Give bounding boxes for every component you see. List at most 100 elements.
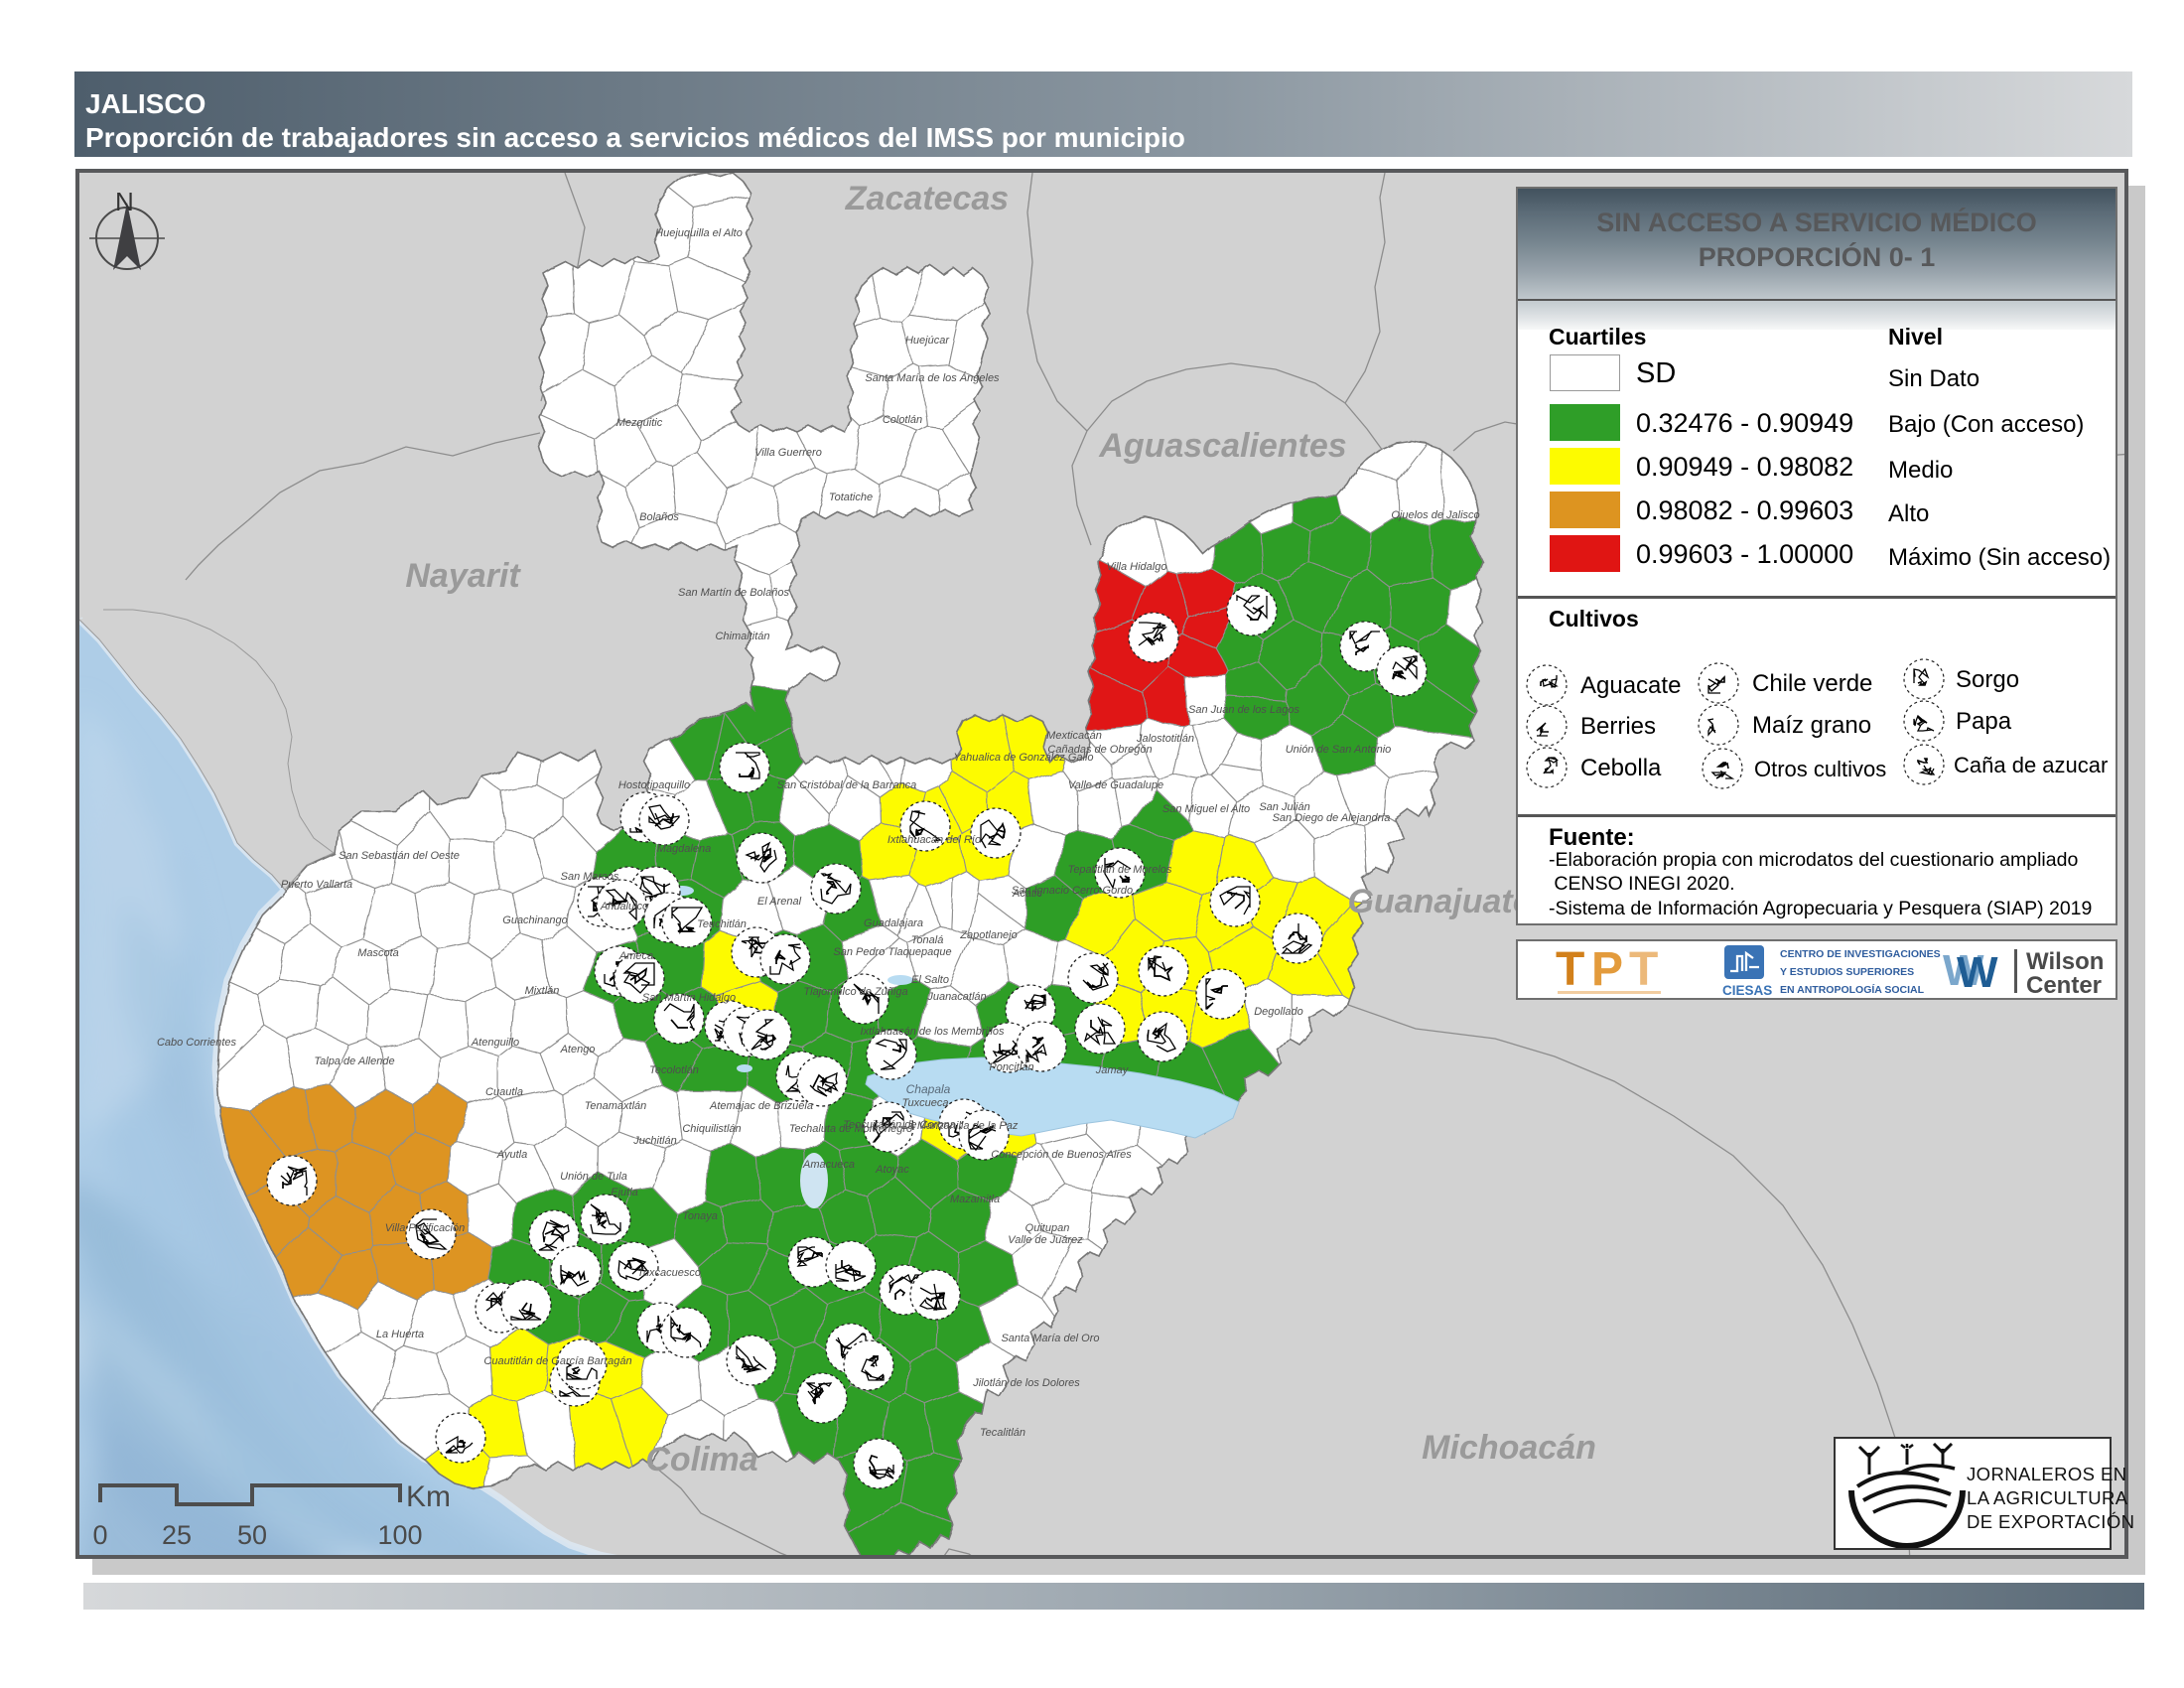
svg-text:Atoyac: Atoyac xyxy=(875,1164,909,1176)
svg-text:San Pedro Tlaquepaque: San Pedro Tlaquepaque xyxy=(833,946,951,958)
svg-text:Cuautla: Cuautla xyxy=(485,1086,523,1098)
svg-text:Zacatecas: Zacatecas xyxy=(845,180,1009,217)
svg-text:Tecolotlán: Tecolotlán xyxy=(649,1064,699,1076)
svg-text:Atenguillo: Atenguillo xyxy=(471,1037,519,1049)
svg-text:Tenamaxtlán: Tenamaxtlán xyxy=(585,1100,647,1112)
svg-text:Cañadas de Obregón: Cañadas de Obregón xyxy=(1047,744,1152,756)
svg-text:Colotlán: Colotlán xyxy=(883,414,922,426)
svg-text:Tuxcacuesco: Tuxcacuesco xyxy=(637,1267,701,1279)
svg-text:EN ANTROPOLOGÍA SOCIAL: EN ANTROPOLOGÍA SOCIAL xyxy=(1780,983,1925,996)
svg-text:CIESAS: CIESAS xyxy=(1722,983,1772,998)
svg-text:Tonaya: Tonaya xyxy=(682,1210,718,1222)
svg-text:Otros cultivos: Otros cultivos xyxy=(1754,757,1886,781)
svg-text:Juchitlán: Juchitlán xyxy=(632,1135,676,1147)
svg-text:Amacueca: Amacueca xyxy=(802,1159,855,1171)
svg-text:Chiquilistlán: Chiquilistlán xyxy=(682,1123,741,1135)
svg-text:Juanacatlán: Juanacatlán xyxy=(926,991,986,1003)
svg-text:Chile verde: Chile verde xyxy=(1752,670,1872,697)
svg-text:100: 100 xyxy=(377,1520,422,1550)
svg-text:San Martín de Bolaños: San Martín de Bolaños xyxy=(678,587,789,599)
svg-text:Tuxcueca: Tuxcueca xyxy=(902,1097,949,1109)
svg-text:Guadalajara: Guadalajara xyxy=(864,917,923,929)
svg-text:Atemajac de Brizuela: Atemajac de Brizuela xyxy=(709,1100,813,1112)
svg-text:Aguascalientes: Aguascalientes xyxy=(1098,427,1346,465)
svg-text:Ayutla: Ayutla xyxy=(496,1149,527,1161)
svg-text:Guanajuato: Guanajuato xyxy=(1347,883,1533,920)
svg-text:Ojuelos de Jalisco: Ojuelos de Jalisco xyxy=(1391,509,1479,521)
svg-text:San Marcos: San Marcos xyxy=(561,871,619,883)
svg-text:Villa Hidalgo: Villa Hidalgo xyxy=(1107,561,1167,573)
svg-text:Sorgo: Sorgo xyxy=(1956,666,2019,693)
svg-text:Puerto Vallarta: Puerto Vallarta xyxy=(281,879,352,891)
svg-text:El Salto: El Salto xyxy=(911,974,949,986)
svg-text:El Arenal: El Arenal xyxy=(757,896,802,908)
svg-text:Teuchitlán: Teuchitlán xyxy=(697,918,747,930)
svg-text:Chapala: Chapala xyxy=(906,1082,951,1096)
svg-text:Maíz grano: Maíz grano xyxy=(1752,712,1871,739)
svg-text:Tonalá: Tonalá xyxy=(911,934,944,946)
svg-text:Papa: Papa xyxy=(1956,708,2012,735)
svg-text:Y ESTUDIOS SUPERIORES: Y ESTUDIOS SUPERIORES xyxy=(1780,966,1914,978)
svg-text:Colima: Colima xyxy=(645,1441,757,1478)
svg-text:San Cristóbal de la Barranca: San Cristóbal de la Barranca xyxy=(777,779,917,791)
svg-text:Ameca: Ameca xyxy=(618,950,653,962)
svg-text:San Ignacio Cerro Gordo: San Ignacio Cerro Gordo xyxy=(1012,885,1133,897)
svg-text:Michoacán: Michoacán xyxy=(1422,1429,1596,1467)
svg-text:Villa Purificación: Villa Purificación xyxy=(385,1222,466,1234)
svg-text:Poncitlán: Poncitlán xyxy=(989,1061,1033,1073)
svg-text:Santa María del Oro: Santa María del Oro xyxy=(1001,1333,1099,1344)
svg-text:La Huerta: La Huerta xyxy=(376,1329,424,1340)
svg-text:Talpa de Allende: Talpa de Allende xyxy=(314,1055,394,1067)
svg-text:Jamay: Jamay xyxy=(1095,1064,1130,1076)
svg-text:50: 50 xyxy=(237,1520,267,1550)
svg-text:Ixtlahuacán del Río: Ixtlahuacán del Río xyxy=(887,834,981,846)
svg-text:Km: Km xyxy=(406,1480,451,1513)
svg-text:Valle de Guadalupe: Valle de Guadalupe xyxy=(1068,779,1163,791)
svg-text:Nayarit: Nayarit xyxy=(405,557,521,595)
svg-text:Huejuquilla el Alto: Huejuquilla el Alto xyxy=(655,227,743,239)
svg-text:Jilotlán de los Dolores: Jilotlán de los Dolores xyxy=(972,1377,1080,1389)
svg-text:San Miguel el Alto: San Miguel el Alto xyxy=(1162,803,1250,815)
svg-text:Cuautitlán de García Barragán: Cuautitlán de García Barragán xyxy=(483,1355,631,1367)
svg-text:T: T xyxy=(1556,945,1584,996)
svg-text:Guachinango: Guachinango xyxy=(502,914,567,926)
svg-text:Center: Center xyxy=(2026,972,2102,999)
svg-text:Ahualulco: Ahualulco xyxy=(600,901,648,913)
svg-text:25: 25 xyxy=(162,1520,192,1550)
svg-text:Unión de San Antonio: Unión de San Antonio xyxy=(1286,744,1392,756)
svg-text:Villa Guerrero: Villa Guerrero xyxy=(754,447,822,459)
svg-text:Ejutla: Ejutla xyxy=(611,1187,638,1198)
svg-text:Quitupan: Quitupan xyxy=(1025,1222,1070,1234)
svg-text:Mixtlán: Mixtlán xyxy=(525,985,560,997)
svg-text:CENTRO DE INVESTIGACIONES: CENTRO DE INVESTIGACIONES xyxy=(1780,948,1941,960)
svg-text:T: T xyxy=(1629,945,1658,996)
svg-text:Mezquitic: Mezquitic xyxy=(616,417,663,429)
svg-text:Wilson: Wilson xyxy=(2026,948,2104,975)
svg-text:Tlajomulco de Zúñiga: Tlajomulco de Zúñiga xyxy=(803,986,907,998)
svg-text:Chimaltitán: Chimaltitán xyxy=(715,631,769,642)
svg-text:Ixtlahuacán de los Membrillos: Ixtlahuacán de los Membrillos xyxy=(861,1026,1005,1038)
svg-text:Magdalena: Magdalena xyxy=(657,843,711,855)
svg-text:Tepatitlán de Morelos: Tepatitlán de Morelos xyxy=(1068,864,1172,876)
svg-text:Huejúcar: Huejúcar xyxy=(905,335,950,347)
svg-text:San Diego de Alejandría: San Diego de Alejandría xyxy=(1273,812,1391,824)
svg-text:Cabo Corrientes: Cabo Corrientes xyxy=(157,1037,237,1049)
svg-text:Caña de azucar: Caña de azucar xyxy=(1954,753,2108,777)
svg-text:Hostotipaquillo: Hostotipaquillo xyxy=(618,779,690,791)
svg-text:Mexticacán: Mexticacán xyxy=(1046,730,1102,742)
svg-text:San Sebastián del Oeste: San Sebastián del Oeste xyxy=(339,850,460,862)
svg-text:Mascota: Mascota xyxy=(357,947,399,959)
svg-text:Unión de Tula: Unión de Tula xyxy=(560,1171,627,1183)
svg-text:Mazamitla: Mazamitla xyxy=(950,1194,1000,1205)
svg-text:Zapotlanejo: Zapotlanejo xyxy=(959,929,1018,941)
svg-text:Cebolla: Cebolla xyxy=(1580,755,1662,781)
svg-text:Teocuitatlán de Corona: Teocuitatlán de Corona xyxy=(843,1119,955,1131)
svg-text:Valle de Juárez: Valle de Juárez xyxy=(1008,1234,1083,1246)
svg-text:W: W xyxy=(1957,948,1998,997)
svg-text:Atengo: Atengo xyxy=(560,1044,596,1055)
svg-text:Degollado: Degollado xyxy=(1254,1006,1303,1018)
svg-text:Tecalitlán: Tecalitlán xyxy=(980,1427,1025,1439)
svg-text:Santa María de los Ángeles: Santa María de los Ángeles xyxy=(865,371,1000,384)
svg-text:Aguacate: Aguacate xyxy=(1580,672,1681,699)
svg-text:Concepción de Buenos Aires: Concepción de Buenos Aires xyxy=(991,1149,1132,1161)
